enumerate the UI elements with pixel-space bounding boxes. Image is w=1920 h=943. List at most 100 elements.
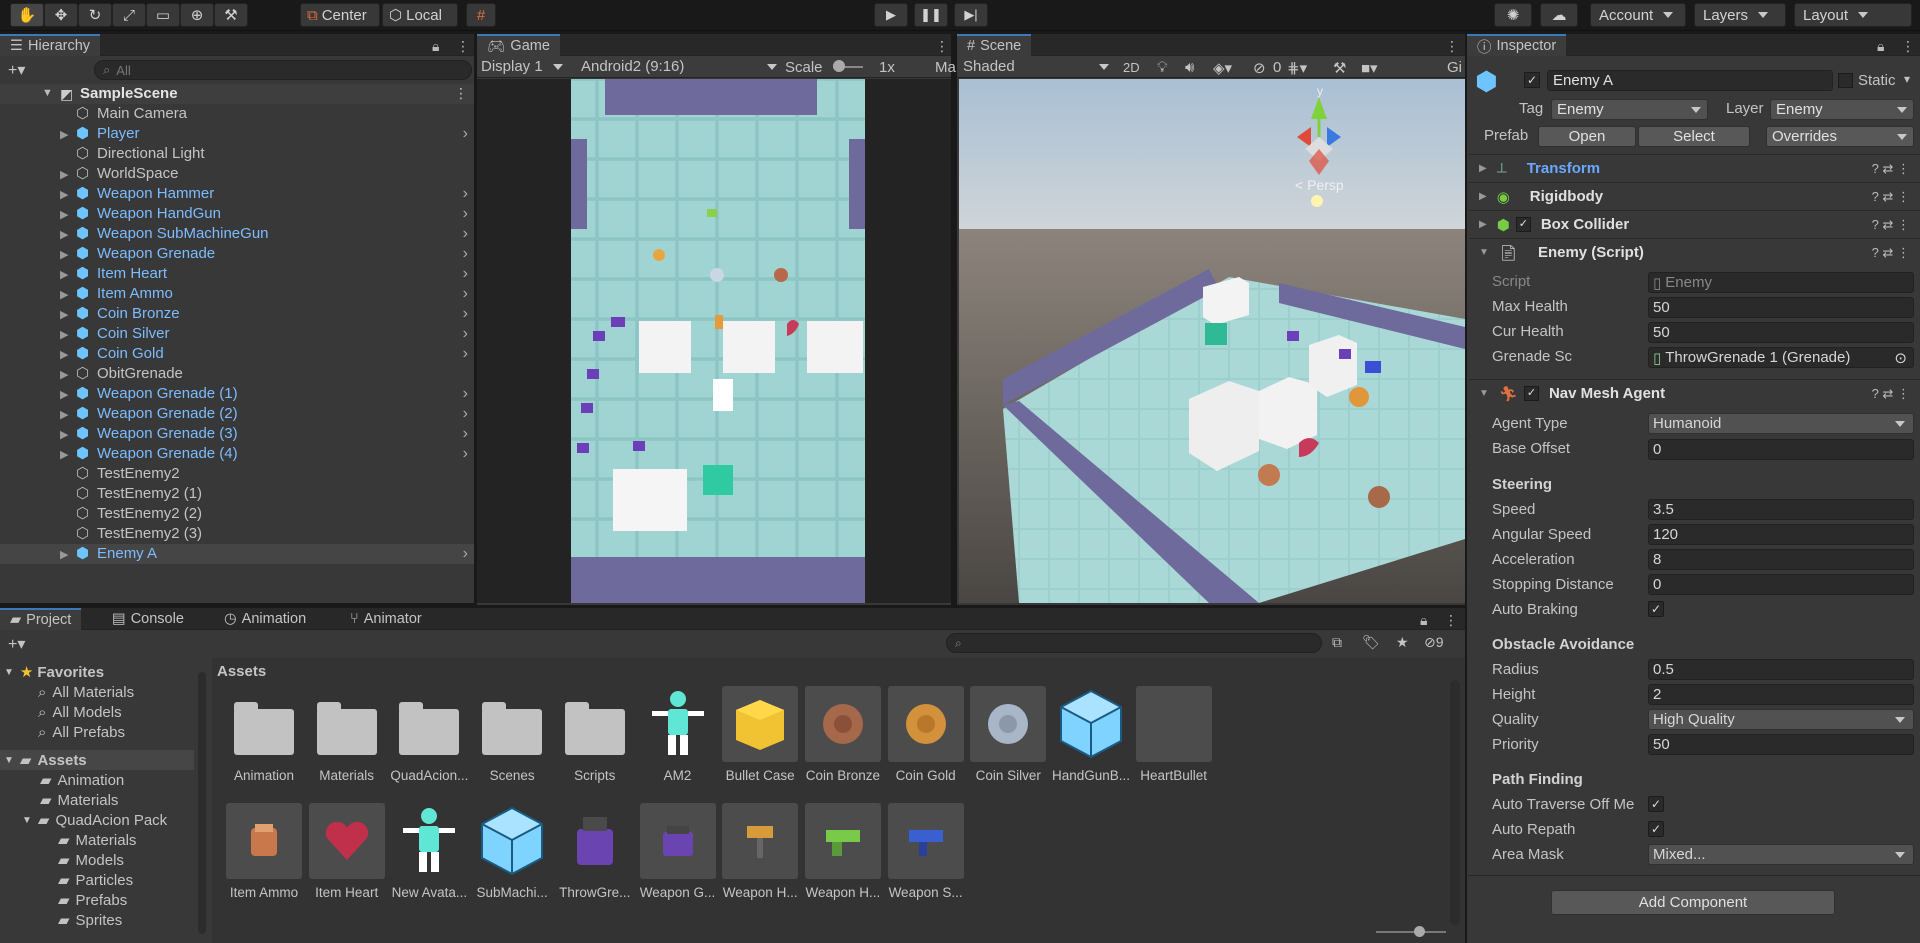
tree-folder[interactable]: ▰ Animation — [40, 770, 124, 790]
rect-tool-icon[interactable]: ▭ — [146, 3, 180, 27]
asset-item[interactable]: Weapon S... — [880, 803, 972, 900]
hierarchy-item[interactable]: ⬡ TestEnemy2 (3) — [0, 524, 474, 544]
hierarchy-item[interactable]: ⬡ TestEnemy2 (1) — [0, 484, 474, 504]
effects-icon[interactable]: ◈▾ — [1213, 59, 1232, 77]
inspector-menu-icon[interactable]: ⋮ — [1901, 38, 1915, 55]
hierarchy-search-input[interactable]: ⌕ All — [94, 60, 472, 80]
game-menu-icon[interactable]: ⋮ — [935, 38, 949, 55]
tree-folder[interactable]: ▰ Particles — [58, 870, 133, 890]
auto-traverse-checkbox[interactable]: ✓ — [1648, 796, 1664, 812]
scene-menu-icon[interactable]: ⋮ — [1445, 38, 1459, 55]
scene-viewport[interactable]: y < Persp — [959, 79, 1465, 603]
hierarchy-item[interactable]: ⬡ Main Camera — [0, 104, 474, 124]
asset-item[interactable]: Weapon H... — [714, 803, 806, 900]
pivot-center-button[interactable]: ⧉ Center — [300, 3, 380, 27]
visibility-icon[interactable]: ⊘ — [1253, 59, 1266, 77]
nav-agent-checkbox[interactable]: ✓ — [1523, 386, 1539, 401]
space-local-button[interactable]: ⬡ Local — [382, 3, 458, 27]
hierarchy-item[interactable]: ▶ ⬢ Coin Gold › — [0, 344, 474, 364]
hierarchy-item[interactable]: ⬡ Directional Light — [0, 144, 474, 164]
area-mask-dropdown[interactable]: Mixed... — [1648, 844, 1914, 865]
favorite-star-icon[interactable]: ★ — [1396, 634, 1409, 651]
tree-folder[interactable]: ▰ Materials — [40, 790, 118, 810]
account-dropdown[interactable]: Account — [1590, 3, 1686, 27]
hierarchy-item[interactable]: ▶ ⬢ Weapon Grenade (2) › — [0, 404, 474, 424]
chevron-right-icon[interactable]: › — [463, 265, 468, 283]
gizmos-label[interactable]: Gi — [1447, 59, 1462, 76]
transform-tool-icon[interactable]: ⊕ — [180, 3, 214, 27]
component-icons[interactable]: ? ⇄ ⋮ — [1872, 245, 1910, 261]
angular-speed-input[interactable]: 120 — [1648, 524, 1914, 545]
chevron-right-icon[interactable]: › — [463, 385, 468, 403]
favorite-item[interactable]: ⌕ All Materials — [38, 682, 134, 702]
services-icon[interactable]: ✺ — [1494, 3, 1532, 27]
collapsed-arrow-icon[interactable]: ▶ — [60, 268, 68, 281]
tab-inspector[interactable]: ⓘ Inspector — [1467, 34, 1567, 56]
asset-item[interactable]: Scenes — [466, 686, 558, 783]
asset-item[interactable]: Item Ammo — [218, 803, 310, 900]
scale-tool-icon[interactable]: ⤢ — [112, 3, 146, 27]
object-name-input[interactable]: Enemy A — [1547, 70, 1833, 91]
cloud-icon[interactable]: ☁ — [1540, 3, 1578, 27]
auto-repath-checkbox[interactable]: ✓ — [1648, 821, 1664, 837]
asset-item[interactable]: AM2 — [632, 686, 724, 783]
project-create-icon[interactable]: +▾ — [8, 634, 25, 654]
hierarchy-menu-icon[interactable]: ⋮ — [456, 38, 470, 55]
box-collider-checkbox[interactable]: ✓ — [1515, 217, 1531, 232]
project-menu-icon[interactable]: ⋮ — [1444, 612, 1458, 629]
tree-folder[interactable]: ▼ ▰ QuadAcion Pack — [22, 810, 167, 830]
pause-button-icon[interactable]: ❚❚ — [914, 3, 948, 27]
active-checkbox[interactable]: ✓ — [1524, 72, 1540, 88]
tab-animation[interactable]: ◷ Animation — [214, 608, 316, 630]
component-icons[interactable]: ? ⇄ ⋮ — [1872, 189, 1910, 205]
move-tool-icon[interactable]: ✥ — [44, 3, 78, 27]
asset-item[interactable]: SubMachi... — [466, 803, 558, 900]
grenade-object-field[interactable]: ▯ ThrowGrenade 1 (Grenade) ⊙ — [1648, 347, 1914, 368]
hierarchy-item[interactable]: ▶ ⬡ ObitGrenade — [0, 364, 474, 384]
chevron-right-icon[interactable]: › — [463, 545, 468, 563]
collapsed-arrow-icon[interactable]: ▶ — [60, 308, 68, 321]
tree-scrollbar[interactable] — [198, 672, 206, 934]
favorites-row[interactable]: ▼ ★ Favorites — [4, 662, 104, 682]
hierarchy-item[interactable]: ▶ ⬢ Coin Bronze › — [0, 304, 474, 324]
hierarchy-item[interactable]: ▶ ⬢ Item Heart › — [0, 264, 474, 284]
tab-game[interactable]: 🎮︎ Game — [477, 34, 560, 56]
grid-snap-icon[interactable]: # — [466, 3, 496, 27]
chevron-right-icon[interactable]: › — [463, 245, 468, 263]
layers-dropdown[interactable]: Layers — [1694, 3, 1786, 27]
hand-tool-icon[interactable]: ✋ — [10, 3, 44, 27]
asset-item[interactable]: Weapon H... — [797, 803, 889, 900]
project-search-input[interactable]: ⌕ — [946, 633, 1322, 653]
chevron-right-icon[interactable]: › — [463, 185, 468, 203]
filter-type-icon[interactable]: ⧉ — [1332, 634, 1342, 651]
component-nav-mesh-agent[interactable]: ▼ 🏃︎ ✓ Nav Mesh Agent ? ⇄ ⋮ — [1469, 379, 1920, 407]
chevron-right-icon[interactable]: › — [463, 425, 468, 443]
tree-folder[interactable]: ▰ Models — [58, 850, 124, 870]
component-box-collider[interactable]: ▶ ⬢ ✓ Box Collider ? ⇄ ⋮ — [1469, 210, 1920, 238]
hierarchy-item[interactable]: ▶ ⬢ Coin Silver › — [0, 324, 474, 344]
component-icons[interactable]: ? ⇄ ⋮ — [1872, 386, 1910, 402]
lock-icon[interactable]: 🔒︎ — [432, 38, 439, 55]
add-component-button[interactable]: Add Component — [1551, 890, 1835, 915]
tab-hierarchy[interactable]: ☰ Hierarchy — [0, 34, 101, 56]
component-enemy-script[interactable]: ▼ 📄︎ Enemy (Script) ? ⇄ ⋮ — [1469, 238, 1920, 266]
collapsed-arrow-icon[interactable]: ▶ — [60, 428, 68, 441]
chevron-right-icon[interactable]: › — [463, 225, 468, 243]
collapsed-arrow-icon[interactable]: ▶ — [60, 288, 68, 301]
chevron-right-icon[interactable]: › — [463, 445, 468, 463]
collapsed-arrow-icon[interactable]: ▶ — [60, 208, 68, 221]
tab-scene[interactable]: # Scene — [957, 34, 1032, 56]
favorite-item[interactable]: ⌕ All Models — [38, 702, 122, 722]
chevron-right-icon[interactable]: › — [463, 345, 468, 363]
step-button-icon[interactable]: ▶| — [954, 3, 988, 27]
asset-item[interactable]: Animation — [218, 686, 310, 783]
prefab-open-button[interactable]: Open — [1538, 126, 1636, 147]
tab-project[interactable]: ▰ Project — [0, 608, 82, 630]
component-icons[interactable]: ? ⇄ ⋮ — [1872, 217, 1910, 233]
tag-dropdown[interactable]: Enemy — [1551, 99, 1708, 120]
base-offset-input[interactable]: 0 — [1648, 439, 1914, 460]
collapsed-arrow-icon[interactable]: ▶ — [60, 168, 68, 181]
radius-input[interactable]: 0.5 — [1648, 659, 1914, 680]
tree-folder[interactable]: ▰ Sprites — [58, 910, 122, 930]
asset-item[interactable]: Materials — [301, 686, 393, 783]
